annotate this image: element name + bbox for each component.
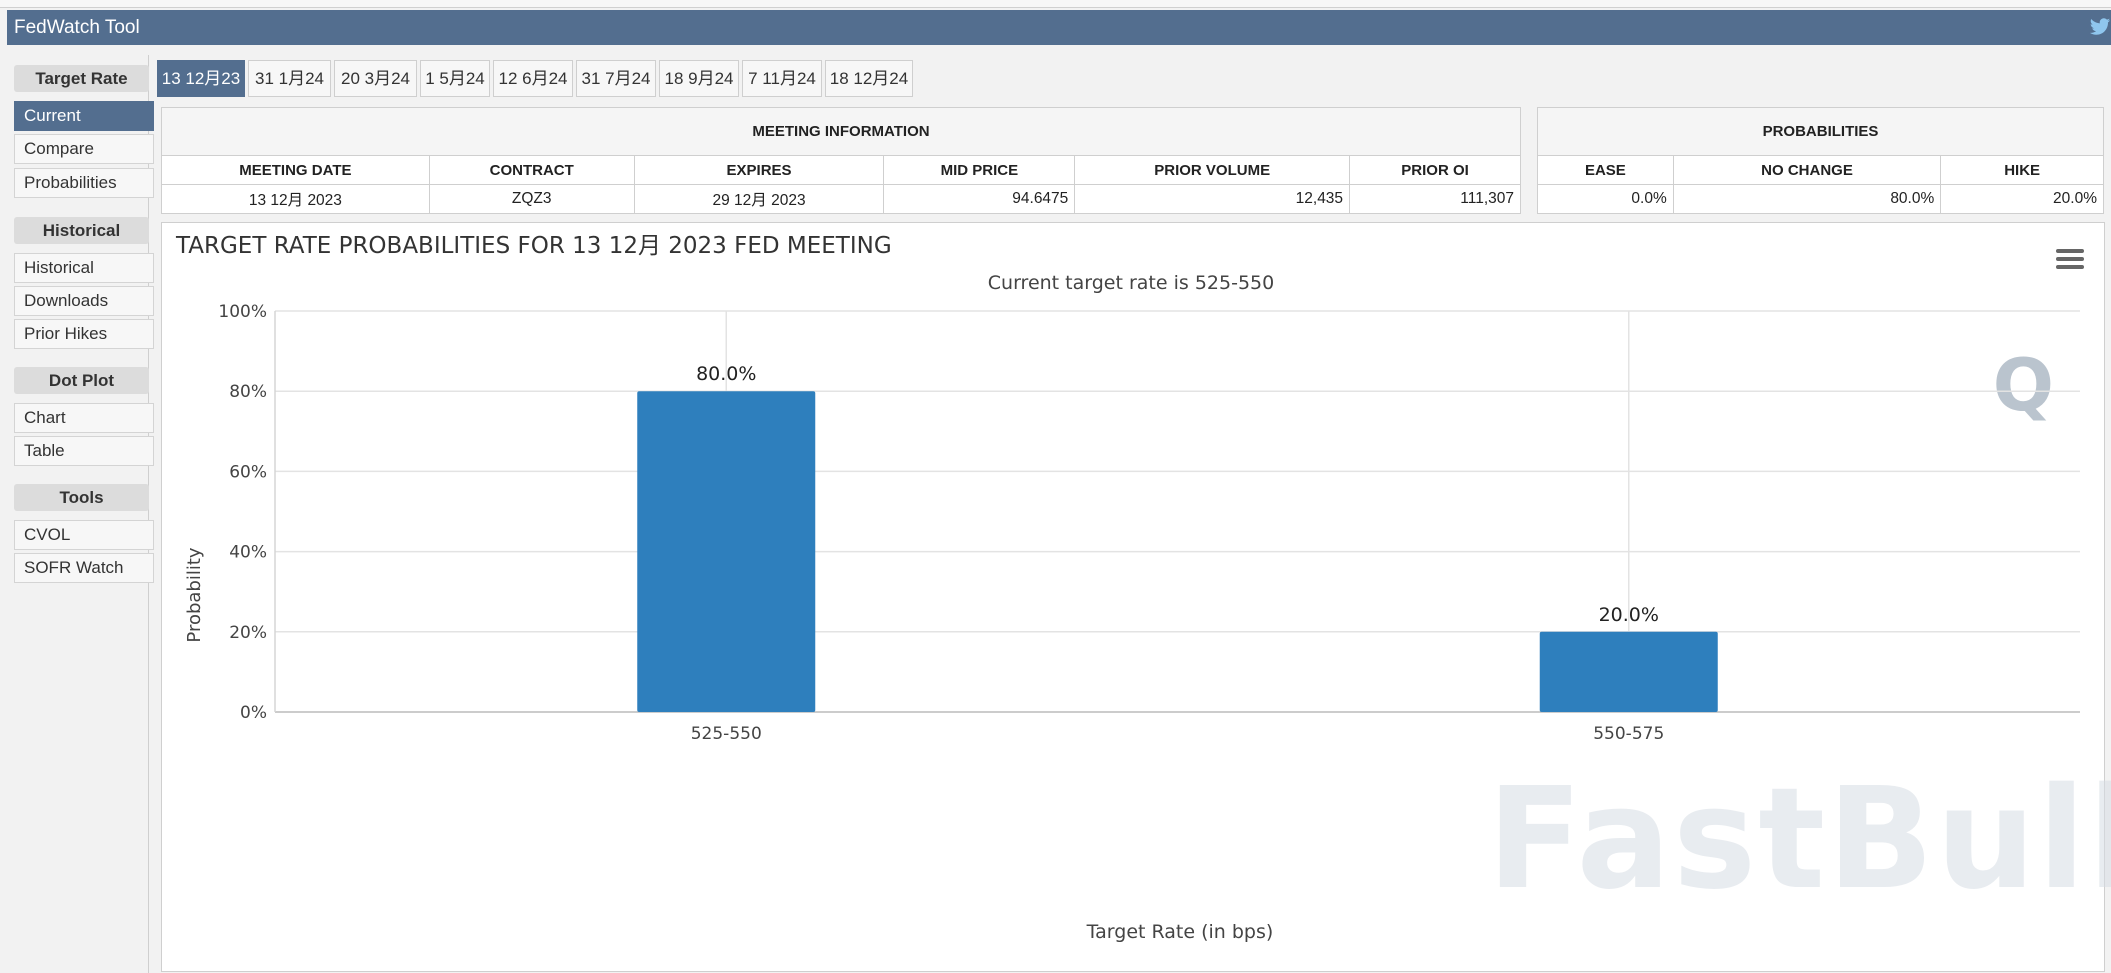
chart-title: TARGET RATE PROBABILITIES FOR 13 12月 202… [175, 233, 892, 259]
col-prior-volume: PRIOR VOLUME [1074, 155, 1351, 185]
y-tick-label: 100% [218, 302, 267, 322]
col-contract: CONTRACT [428, 155, 635, 185]
tab-meeting-7[interactable]: 18 9月24 [659, 60, 739, 97]
tab-meeting-5[interactable]: 12 6月24 [493, 60, 573, 97]
y-axis-label: Probability [184, 547, 205, 642]
sidebar-item-cvol[interactable]: CVOL [14, 520, 154, 550]
sidebar-item-compare[interactable]: Compare [14, 134, 154, 164]
tab-meeting-4[interactable]: 1 5月24 [420, 60, 490, 97]
sidebar-item-current[interactable]: Current [14, 101, 154, 131]
sidebar-heading-dot-plot: Dot Plot [14, 367, 149, 394]
sidebar-heading-tools: Tools [14, 484, 149, 511]
sidebar-item-table[interactable]: Table [14, 436, 154, 466]
prior-oi-value: 111,307 [1349, 184, 1521, 214]
table-row: 0.0% 80.0% 20.0% [1537, 184, 2104, 214]
probabilities-table: PROBABILITIES EASE NO CHANGE HIKE 0.0% 8… [1537, 107, 2104, 214]
chart-panel: Q TARGET RATE PROBABILITIES FOR 13 12月 2… [161, 222, 2111, 972]
sidebar-item-prior-hikes[interactable]: Prior Hikes [14, 319, 154, 349]
app-title: FedWatch Tool [14, 17, 140, 38]
col-meeting-date: MEETING DATE [161, 155, 430, 185]
fastbull-watermark: FastBull [1487, 758, 2111, 921]
prior-volume-value: 12,435 [1074, 184, 1351, 214]
y-tick-label: 20% [229, 623, 267, 643]
sidebar-item-historical[interactable]: Historical [14, 253, 154, 283]
hike-value: 20.0% [1940, 184, 2104, 214]
no-change-value: 80.0% [1672, 184, 1942, 214]
tab-meeting-9[interactable]: 18 12月24 [825, 60, 913, 97]
x-tick-label: 525-550 [691, 724, 762, 744]
meeting-information-table: MEETING INFORMATION MEETING DATE CONTRAC… [161, 107, 1521, 214]
app-titlebar: FedWatch Tool [7, 10, 2111, 45]
y-tick-label: 60% [229, 462, 267, 482]
col-expires: EXPIRES [633, 155, 885, 185]
contract-value: ZQZ3 [428, 184, 635, 214]
x-tick-label: 550-575 [1593, 724, 1664, 744]
tab-meeting-6[interactable]: 31 7月24 [576, 60, 656, 97]
sidebar-item-probabilities[interactable]: Probabilities [14, 168, 154, 198]
y-tick-label: 0% [240, 703, 267, 723]
tab-meeting-8[interactable]: 7 11月24 [742, 60, 822, 97]
ease-value: 0.0% [1537, 184, 1674, 214]
mid-price-value: 94.6475 [883, 184, 1076, 214]
expires-value: 29 12月 2023 [633, 184, 885, 214]
col-ease: EASE [1537, 155, 1674, 185]
sidebar: Target Rate Current Compare Probabilitie… [6, 55, 154, 973]
bar-550-575 [1539, 631, 1718, 712]
sidebar-heading-historical: Historical [14, 217, 149, 244]
sidebar-item-downloads[interactable]: Downloads [14, 286, 154, 316]
y-tick-label: 80% [229, 382, 267, 402]
tab-meeting-1[interactable]: 13 12月23 [157, 60, 245, 97]
table-row: 13 12月 2023 ZQZ3 29 12月 2023 94.6475 12,… [161, 184, 1521, 214]
twitter-bird-icon[interactable] [2089, 16, 2111, 38]
x-axis-label: Target Rate (in bps) [1086, 921, 1274, 943]
browser-top-strip [0, 0, 2111, 8]
col-prior-oi: PRIOR OI [1349, 155, 1521, 185]
col-no-change: NO CHANGE [1672, 155, 1942, 185]
bar-525-550 [637, 391, 816, 712]
col-mid-price: MID PRICE [883, 155, 1076, 185]
meeting-date-value: 13 12月 2023 [161, 184, 430, 214]
sidebar-item-chart[interactable]: Chart [14, 403, 154, 433]
sidebar-heading-target-rate: Target Rate [14, 65, 149, 92]
y-tick-label: 40% [229, 543, 267, 563]
tab-meeting-2[interactable]: 31 1月24 [248, 60, 331, 97]
data-label: 20.0% [1599, 604, 1659, 626]
tab-meeting-3[interactable]: 20 3月24 [334, 60, 417, 97]
probabilities-title: PROBABILITIES [1537, 107, 2104, 156]
col-hike: HIKE [1940, 155, 2104, 185]
meeting-information-title: MEETING INFORMATION [161, 107, 1521, 156]
sidebar-item-sofr-watch[interactable]: SOFR Watch [14, 553, 154, 583]
chart-subtitle: Current target rate is 525-550 [988, 272, 1274, 294]
data-label: 80.0% [696, 363, 756, 385]
